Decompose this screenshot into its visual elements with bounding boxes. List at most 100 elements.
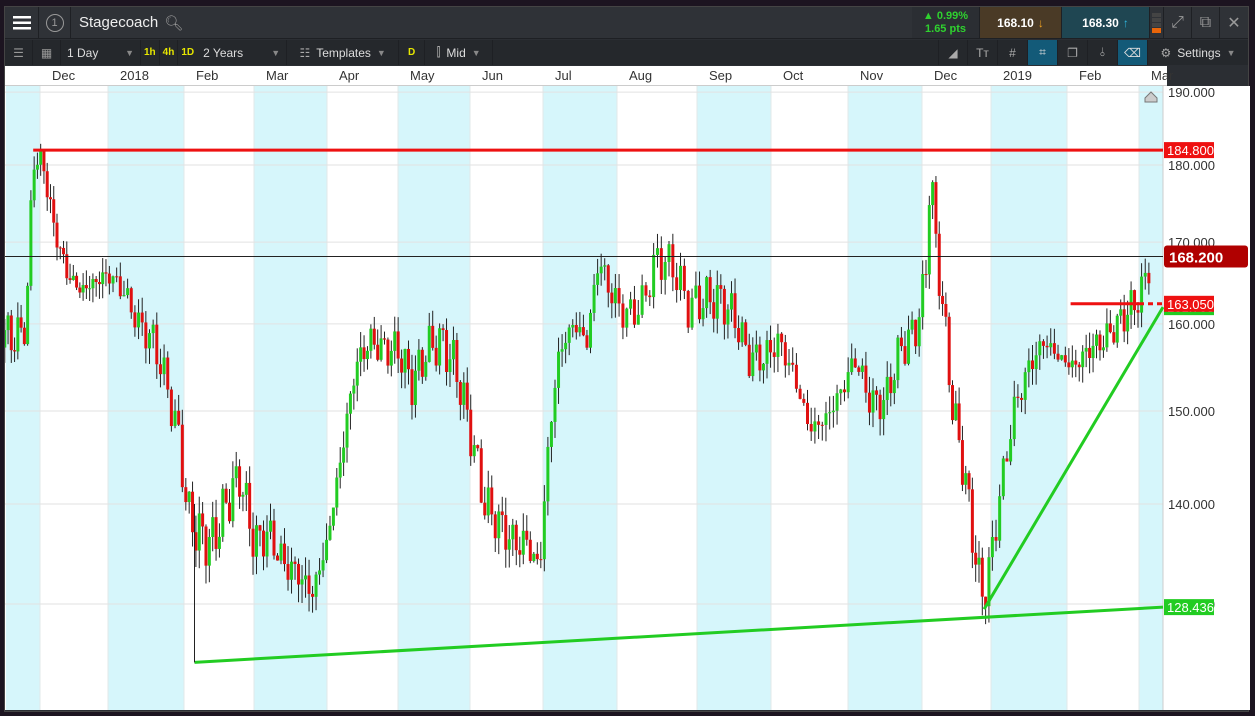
candle-body [828,412,832,414]
candle-body [107,273,111,284]
candle-body [500,511,504,516]
draw-line-icon[interactable]: ◢ [938,40,968,65]
candle-body [1016,396,1020,398]
candle-body [1081,351,1085,368]
candle-body [507,539,511,550]
candle-body [1005,458,1009,462]
candle-body [931,182,935,206]
candle-body [441,328,445,331]
price-label-icon[interactable]: ⌫ [1118,40,1148,65]
price-tag-label: 184.800 [1167,143,1214,158]
candle-body [55,222,59,248]
candle-body [71,275,75,280]
x-tick-label: Dec [934,68,958,83]
crosshair-grid-icon[interactable]: ⌗ [1028,40,1058,65]
candle-body [191,491,195,533]
candle-body [860,365,864,372]
candle-body [39,150,43,165]
candle-body [359,347,363,362]
interval-select[interactable]: 1 Day ▼ [61,40,141,65]
layers-icon[interactable]: ❐ [1058,40,1088,65]
candle-body [1098,334,1102,351]
candle-body [715,285,719,319]
candle-body [585,335,589,348]
quick-4h[interactable]: 4h [160,40,179,65]
candle-body [438,328,442,366]
candle-body [525,530,529,540]
candle-body [427,325,431,362]
candle-body [22,327,26,345]
range-select[interactable]: 2 Years ▼ [197,40,288,65]
candle-body [875,390,879,395]
candle-body [91,279,95,289]
candle-body [283,543,287,565]
candle-body [864,365,868,393]
candle-body [974,552,978,565]
sell-button[interactable]: 168.10 ↓ [980,7,1062,38]
candle-body [62,247,66,255]
candle-body [42,150,46,172]
instrument-search[interactable]: Stagecoach 🔍︎ [71,7,912,38]
templates-label: Templates [316,45,371,60]
candle-body [1105,323,1109,348]
candle-body [228,502,231,522]
buy-button[interactable]: 168.30 ↑ [1062,7,1150,38]
grid-icon[interactable]: # [998,40,1028,65]
quick-1d[interactable]: 1D [178,40,197,65]
templates-button[interactable]: ☷ Templates ▼ [287,40,400,65]
candle-body [140,312,144,323]
candle-body [824,413,828,425]
candle-body [81,285,85,293]
chart-toolbar: ☰ ▦ 1 Day ▼ 1h 4h 1D 2 Years ▼ ☷ Templates ▼… [5,40,1248,65]
candle-body [726,309,730,325]
expand-icon[interactable]: ⤢ [1164,7,1192,38]
d-button[interactable]: D [399,40,426,65]
candle-body [606,265,610,293]
menu-icon[interactable] [5,7,39,38]
quick-1h[interactable]: 1h [141,40,160,65]
candle-body [97,282,101,285]
candle-body [1067,362,1071,368]
settings-button[interactable]: ⚙ Settings ▼ [1148,40,1248,65]
candle-body [809,423,813,432]
candle-body [187,491,191,503]
candle-body [787,362,791,366]
x-tick-label: Dec [52,68,76,83]
candle-body [564,342,568,350]
month-band [254,86,327,710]
indicator-icon[interactable]: ⫰ [1088,40,1118,65]
candle-body [331,507,335,526]
popout-icon[interactable]: ⧉ [1192,7,1220,38]
close-icon[interactable]: ✕ [1220,7,1248,38]
candle-body [892,380,896,394]
candle-body [248,482,252,529]
candle-body [850,358,854,373]
candle-body [751,352,755,377]
candle-body [776,333,780,357]
candle-body [13,350,17,352]
candle-body [567,327,571,343]
window-number-icon[interactable]: 1 [39,7,71,38]
price-chart[interactable]: 190.000180.000170.000160.000150.000140.0… [5,86,1250,710]
candle-body [761,363,765,371]
list-icon[interactable]: ☰ [5,40,33,65]
candle-body [733,293,737,329]
text-tool-icon[interactable]: Tт [968,40,998,65]
candle-body [342,447,346,463]
search-icon[interactable]: 🔍︎ [164,14,183,32]
price-type-select[interactable]: ⫿ Mid ▼ [425,40,494,65]
candle-body [314,574,318,597]
candle-body [783,342,787,366]
y-tick-label: 190.000 [1168,86,1215,100]
candle-body [924,274,928,276]
candle-body [549,421,553,447]
layout-icon[interactable]: ▦ [33,40,61,65]
candle-body [648,295,652,298]
candle-body [486,487,490,516]
candle-body [772,352,776,357]
candle-body [652,254,656,298]
candle-body [180,424,184,488]
candle-body [126,288,130,296]
candle-body [393,331,397,351]
candle-body [1049,343,1053,348]
